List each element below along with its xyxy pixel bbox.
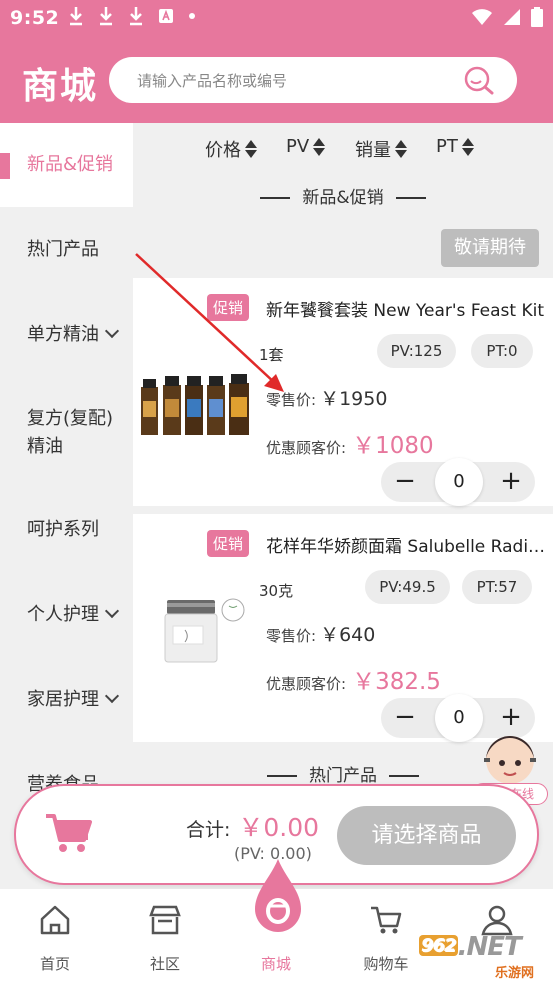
status-system-icons [471,7,543,27]
decrease-button[interactable]: − [385,464,425,500]
section-title-new-promo: 新品&促销 [133,183,553,208]
pt-pill: PT:0 [471,334,533,368]
status-notification-icons [68,6,196,26]
annotation-arrow [135,253,284,392]
wifi-icon [472,9,492,25]
quantity-stepper: − 0 + [381,458,535,506]
sidebar-item-care[interactable]: 呵护系列 [0,516,133,544]
cart-icon[interactable] [44,810,92,860]
status-time: 9:52 [10,7,60,29]
sort-pt[interactable]: PT [436,136,474,157]
chevron-down-icon [104,323,120,339]
decrease-button[interactable]: − [385,700,425,736]
chevron-down-icon [104,603,120,619]
search-icon[interactable] [463,65,495,99]
sort-arrows-icon [395,140,407,158]
member-price: 优惠顾客价: ￥382.5 [266,669,441,695]
sort-arrows-icon [461,137,474,156]
dot-icon [189,13,195,19]
chevron-down-icon [104,688,120,704]
select-products-button[interactable]: 请选择商品 [337,806,516,865]
watermark-logo: 962.NET 乐游网 [419,932,535,981]
mall-drop-icon[interactable] [251,857,305,937]
home-icon [40,905,70,935]
sidebar-item-blends[interactable]: 复方(复配) 精油 [0,405,133,461]
sidebar-item-home-care[interactable]: 家居护理 [0,686,133,714]
tab-community[interactable]: 社区 [110,889,220,984]
signal-icon [504,9,520,25]
category-sidebar: 新品&促销 热门产品 单方精油 复方(复配) 精油 呵护系列 个人护理 家居护理 … [0,123,133,893]
pv-pill: PV:125 [377,334,456,368]
sidebar-item-personal-care[interactable]: 个人护理 [0,601,133,629]
increase-button[interactable]: + [491,464,531,500]
store-icon [149,905,181,935]
download-icon [70,7,82,26]
download-icon [130,7,142,26]
sort-arrows-icon [245,140,257,158]
search-input[interactable]: 请输入产品名称或编号 [109,57,517,103]
product-image [164,598,245,663]
app-header: 商城 请输入产品名称或编号 [0,37,553,123]
search-placeholder: 请输入产品名称或编号 [137,72,288,90]
sort-sales[interactable]: 销量 [355,136,407,162]
sort-arrows-icon [313,137,326,156]
sidebar-item-single-oils[interactable]: 单方精油 [0,321,133,349]
sidebar-item-hot[interactable]: 热门产品 [0,236,133,264]
page-title: 商城 [22,66,99,107]
member-price: 优惠顾客价: ￥1080 [266,433,434,459]
app-a-icon [159,9,173,23]
pt-pill: PT:57 [462,570,532,604]
coming-soon-button[interactable]: 敬请期待 [441,229,539,267]
promo-badge: 促销 [207,530,250,557]
sort-pv[interactable]: PV [286,136,326,157]
pv-pill: PV:49.5 [365,570,450,604]
cart-total: 合计: ￥0.00 [186,813,320,842]
product-card[interactable]: 促销 花样年华娇颜面霜 Salubelle Radiance Cream 30克… [133,514,553,742]
product-name: 新年饕餮套装 New Year's Feast Kit [266,301,545,321]
sidebar-item-new-promo[interactable]: 新品&促销 [0,123,133,207]
download-icon [100,7,112,26]
battery-icon [531,7,543,27]
status-bar: 9:52 [0,0,553,37]
quantity-value[interactable]: 0 [435,458,483,506]
product-name: 花样年华娇颜面霜 Salubelle Radiance Cream [266,537,548,557]
retail-price: 零售价: ￥640 [266,624,376,646]
sort-price[interactable]: 价格 [205,136,257,162]
tab-home[interactable]: 首页 [0,889,110,984]
product-unit: 30克 [259,582,294,600]
sort-bar: 价格 PV 销量 PT 新品&促销 [133,123,553,218]
shopping-cart-icon [371,906,402,934]
